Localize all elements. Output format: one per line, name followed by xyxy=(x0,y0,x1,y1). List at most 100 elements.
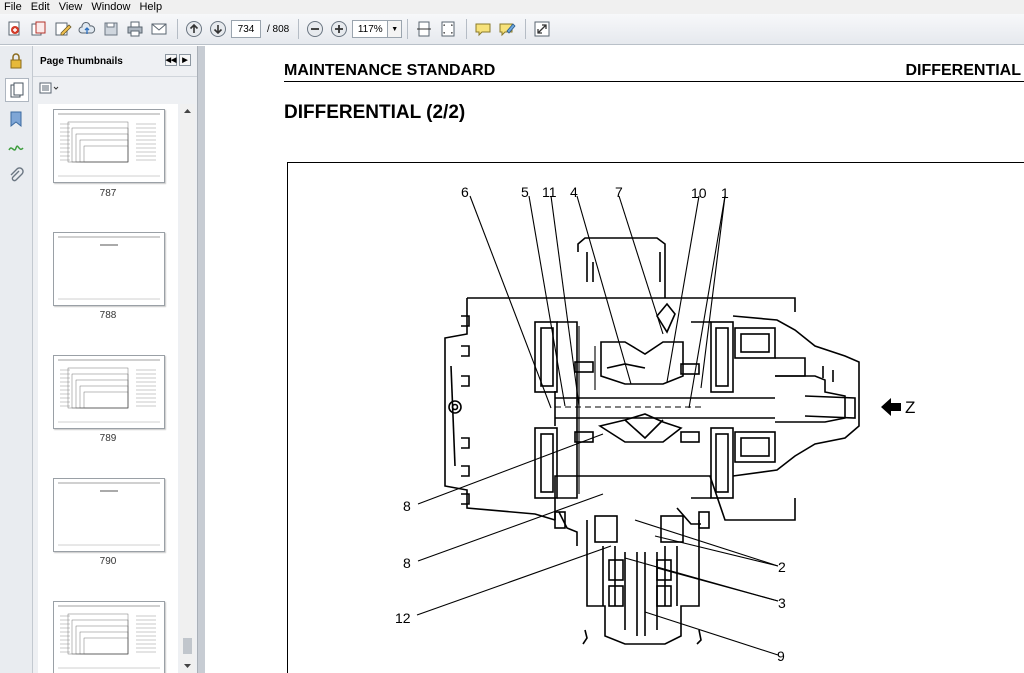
callout-5: 5 xyxy=(521,184,529,200)
callout-3: 3 xyxy=(778,595,786,611)
page-thumbnails-panel: Page Thumbnails ◀◀ ▶ 787 788 789 790 xyxy=(33,46,197,673)
combine-files-button[interactable] xyxy=(28,18,50,40)
panel-options xyxy=(33,77,197,99)
save-disk-icon xyxy=(104,22,118,36)
page-thumbnails-button[interactable] xyxy=(5,78,29,102)
differential-diagram: 6 5 11 4 7 10 1 8 8 12 2 3 9 Z xyxy=(395,184,915,664)
envelope-icon xyxy=(151,23,167,35)
comment-button[interactable] xyxy=(472,18,494,40)
zoom-out-button[interactable] xyxy=(304,18,326,40)
arrow-up-circle-icon xyxy=(186,21,202,37)
callout-6: 6 xyxy=(461,184,469,200)
bookmarks-button[interactable] xyxy=(5,108,27,130)
zoom-in-button[interactable] xyxy=(328,18,350,40)
menu-window[interactable]: Window xyxy=(87,0,135,14)
thumbnail-mark xyxy=(83,637,129,655)
z-arrow-icon xyxy=(881,398,901,416)
chevron-down-icon: ▼ xyxy=(391,25,399,33)
page-thumbnail[interactable] xyxy=(53,109,165,183)
collapse-panel-button[interactable]: ◀◀ xyxy=(165,54,177,66)
speech-bubble-icon xyxy=(475,23,491,37)
page-thumbnail[interactable] xyxy=(53,601,165,673)
callout-10: 10 xyxy=(691,185,707,201)
thumbnail-mark xyxy=(79,385,129,409)
pages-icon xyxy=(10,82,24,98)
printer-icon xyxy=(127,21,143,37)
toolbar-separator xyxy=(525,19,527,39)
menu-edit[interactable]: Edit xyxy=(27,0,55,14)
menu-file[interactable]: File xyxy=(0,0,27,14)
panel-menu-button[interactable]: ▶ xyxy=(179,54,191,66)
thumbnail-preview xyxy=(58,113,160,177)
thumbnail-scrollbar[interactable] xyxy=(180,104,195,673)
cloud-upload-icon xyxy=(78,22,96,34)
thumbnail-mark xyxy=(83,391,129,409)
zoom-dropdown[interactable]: ▼ xyxy=(388,20,403,38)
highlight-button[interactable] xyxy=(496,18,518,40)
save-button[interactable] xyxy=(100,18,122,40)
callout-1: 1 xyxy=(721,185,729,201)
callout-4: 4 xyxy=(570,184,578,200)
minus-circle-icon xyxy=(307,21,324,37)
zoom-level-input[interactable]: 117% xyxy=(352,20,389,38)
plus-circle-icon xyxy=(331,21,348,37)
options-menu-icon[interactable] xyxy=(39,82,61,94)
thumbnail-mark xyxy=(79,631,129,655)
security-button[interactable] xyxy=(5,50,27,72)
scroll-down-icon[interactable] xyxy=(180,659,195,673)
create-pdf-icon xyxy=(8,21,20,36)
page-thumbnail[interactable] xyxy=(53,478,165,552)
thumbnail-mark xyxy=(71,127,129,163)
scroll-up-icon[interactable] xyxy=(180,104,195,118)
callout-9: 9 xyxy=(777,648,785,664)
scrollbar-thumb[interactable] xyxy=(183,638,192,654)
menu-view[interactable]: View xyxy=(55,0,88,14)
page-count: / 808 xyxy=(267,23,290,35)
page-thumbnail-number: 790 xyxy=(99,556,117,567)
page-thumbnail[interactable] xyxy=(53,232,165,306)
paperclip-icon xyxy=(10,167,24,182)
callout-11: 11 xyxy=(542,184,557,200)
email-button[interactable] xyxy=(148,18,170,40)
panel-title: Page Thumbnails xyxy=(40,55,123,67)
upload-cloud-button[interactable] xyxy=(76,18,98,40)
thumbnail-mark xyxy=(71,373,129,409)
double-chevron-left-icon: ◀◀ xyxy=(165,57,177,64)
page-thumbnail[interactable] xyxy=(53,355,165,429)
create-pdf-button[interactable] xyxy=(4,18,26,40)
fit-page-button[interactable] xyxy=(437,18,459,40)
page-number-input[interactable]: 734 xyxy=(231,20,261,38)
direction-label-z: Z xyxy=(905,398,915,417)
toolbar-separator xyxy=(407,19,409,39)
previous-page-button[interactable] xyxy=(183,18,205,40)
navigation-rail xyxy=(0,46,33,673)
thumbnail-preview xyxy=(58,359,160,423)
highlighter-icon xyxy=(499,23,516,37)
fit-width-button[interactable] xyxy=(413,18,435,40)
expand-button[interactable] xyxy=(531,18,553,40)
page-thumbnail-number: 788 xyxy=(99,310,117,321)
callout-8-upper: 8 xyxy=(403,498,411,514)
toolbar-separator xyxy=(466,19,468,39)
lock-icon xyxy=(10,53,22,69)
triangle-right-icon: ▶ xyxy=(182,57,188,64)
document-view[interactable]: MAINTENANCE STANDARD DIFFERENTIAL DIFFER… xyxy=(205,46,1024,673)
attachments-button[interactable] xyxy=(5,164,27,186)
print-button[interactable] xyxy=(124,18,146,40)
panel-header: Page Thumbnails ◀◀ ▶ xyxy=(33,46,197,77)
callout-8-lower: 8 xyxy=(403,555,411,571)
fit-width-icon xyxy=(417,21,432,37)
panel-splitter[interactable] xyxy=(197,46,205,673)
page-thumbnail-number: 789 xyxy=(99,433,117,444)
next-page-button[interactable] xyxy=(207,18,229,40)
menu-bar: File Edit View Window Help xyxy=(0,0,1024,14)
page-thumbnail-number: 787 xyxy=(99,188,117,199)
thumbnail-preview xyxy=(58,605,160,669)
fit-page-icon xyxy=(441,21,455,37)
thumbnail-mark xyxy=(71,619,129,655)
thumbnail-list[interactable]: 787 788 789 790 xyxy=(38,104,178,673)
menu-help[interactable]: Help xyxy=(135,0,167,14)
thumbnail-preview xyxy=(58,482,160,546)
signatures-button[interactable] xyxy=(5,136,27,158)
edit-document-button[interactable] xyxy=(52,18,74,40)
